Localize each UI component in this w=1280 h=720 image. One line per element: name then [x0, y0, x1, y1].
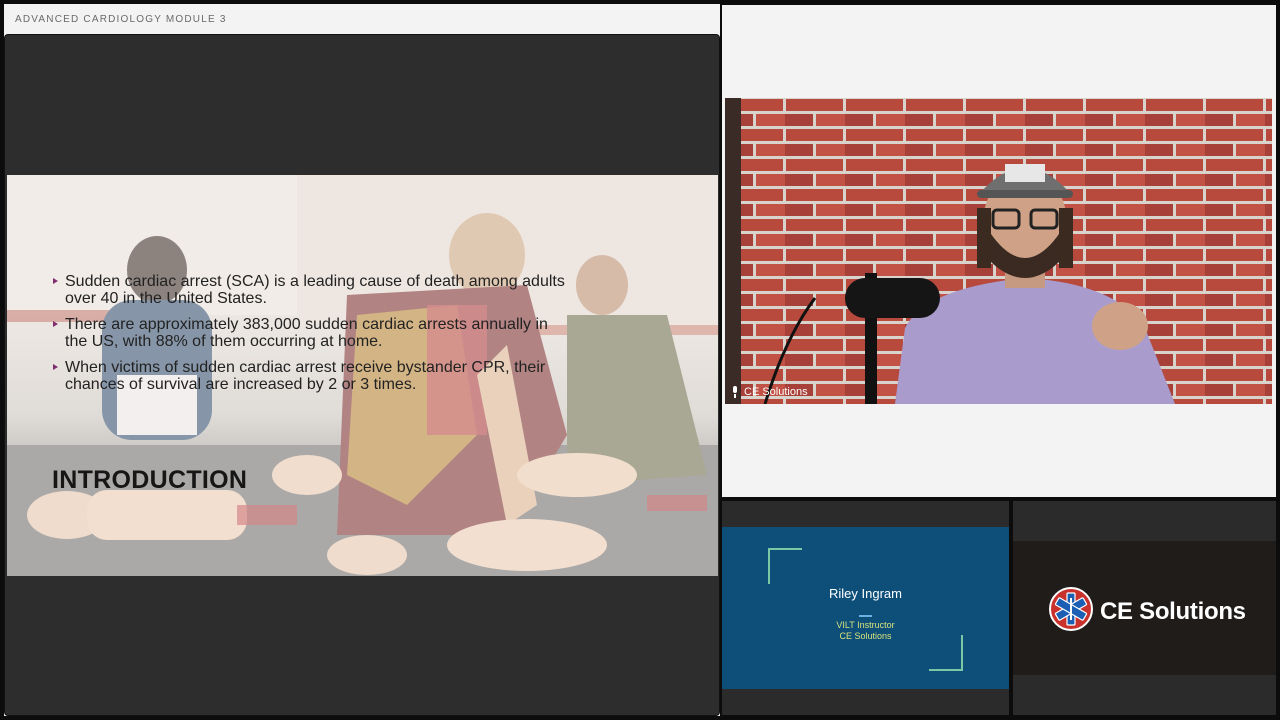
bullet-text: When victims of sudden cardiac arrest re…: [65, 359, 546, 393]
bullet-text: There are approximately 383,000 sudden c…: [65, 316, 548, 350]
slide-bullet-list: Sudden cardiac arrest (SCA) is a leading…: [53, 273, 573, 402]
bullet-arrow-icon: [53, 364, 58, 370]
module-title: ADVANCED CARDIOLOGY MODULE 3: [15, 14, 227, 25]
webcam-video[interactable]: CE Solutions: [725, 98, 1272, 404]
divider: [859, 615, 872, 617]
slide-panel: ADVANCED CARDIOLOGY MODULE 3 Sudden card…: [4, 4, 720, 716]
slide-heading: INTRODUCTION: [52, 466, 248, 494]
slide-background-photo: Sudden cardiac arrest (SCA) is a leading…: [7, 175, 718, 576]
bullet-arrow-icon: [53, 321, 58, 327]
instructor-card: Riley Ingram VILT Instructor CE Solution…: [722, 527, 1009, 689]
instructor-organization: CE Solutions: [839, 631, 892, 641]
brand-card: CE Solutions: [1013, 541, 1276, 675]
bullet-item: There are approximately 383,000 sudden c…: [53, 316, 573, 350]
instructor-tile[interactable]: Riley Ingram VILT Instructor CE Solution…: [722, 501, 1009, 715]
microphone-icon: [731, 386, 739, 398]
participant-label: CE Solutions: [731, 386, 808, 398]
instructor-role: VILT Instructor: [836, 620, 895, 630]
webcam-panel: CE Solutions: [722, 5, 1276, 497]
instructor-name: Riley Ingram: [829, 586, 902, 601]
corner-bracket-decoration: [768, 548, 802, 584]
bullet-item: Sudden cardiac arrest (SCA) is a leading…: [53, 273, 573, 307]
star-of-life-icon: [1048, 586, 1094, 637]
bullet-arrow-icon: [53, 278, 58, 284]
bullet-text: Sudden cardiac arrest (SCA) is a leading…: [65, 273, 565, 307]
brand-logo: CE Solutions: [1048, 586, 1246, 637]
bullet-item: When victims of sudden cardiac arrest re…: [53, 359, 573, 393]
slide-frame: Sudden cardiac arrest (SCA) is a leading…: [4, 34, 720, 716]
participant-name: CE Solutions: [744, 386, 808, 398]
brand-text: CE Solutions: [1100, 597, 1246, 625]
webcam-frame: [725, 98, 1272, 404]
brand-tile[interactable]: CE Solutions: [1013, 501, 1276, 715]
